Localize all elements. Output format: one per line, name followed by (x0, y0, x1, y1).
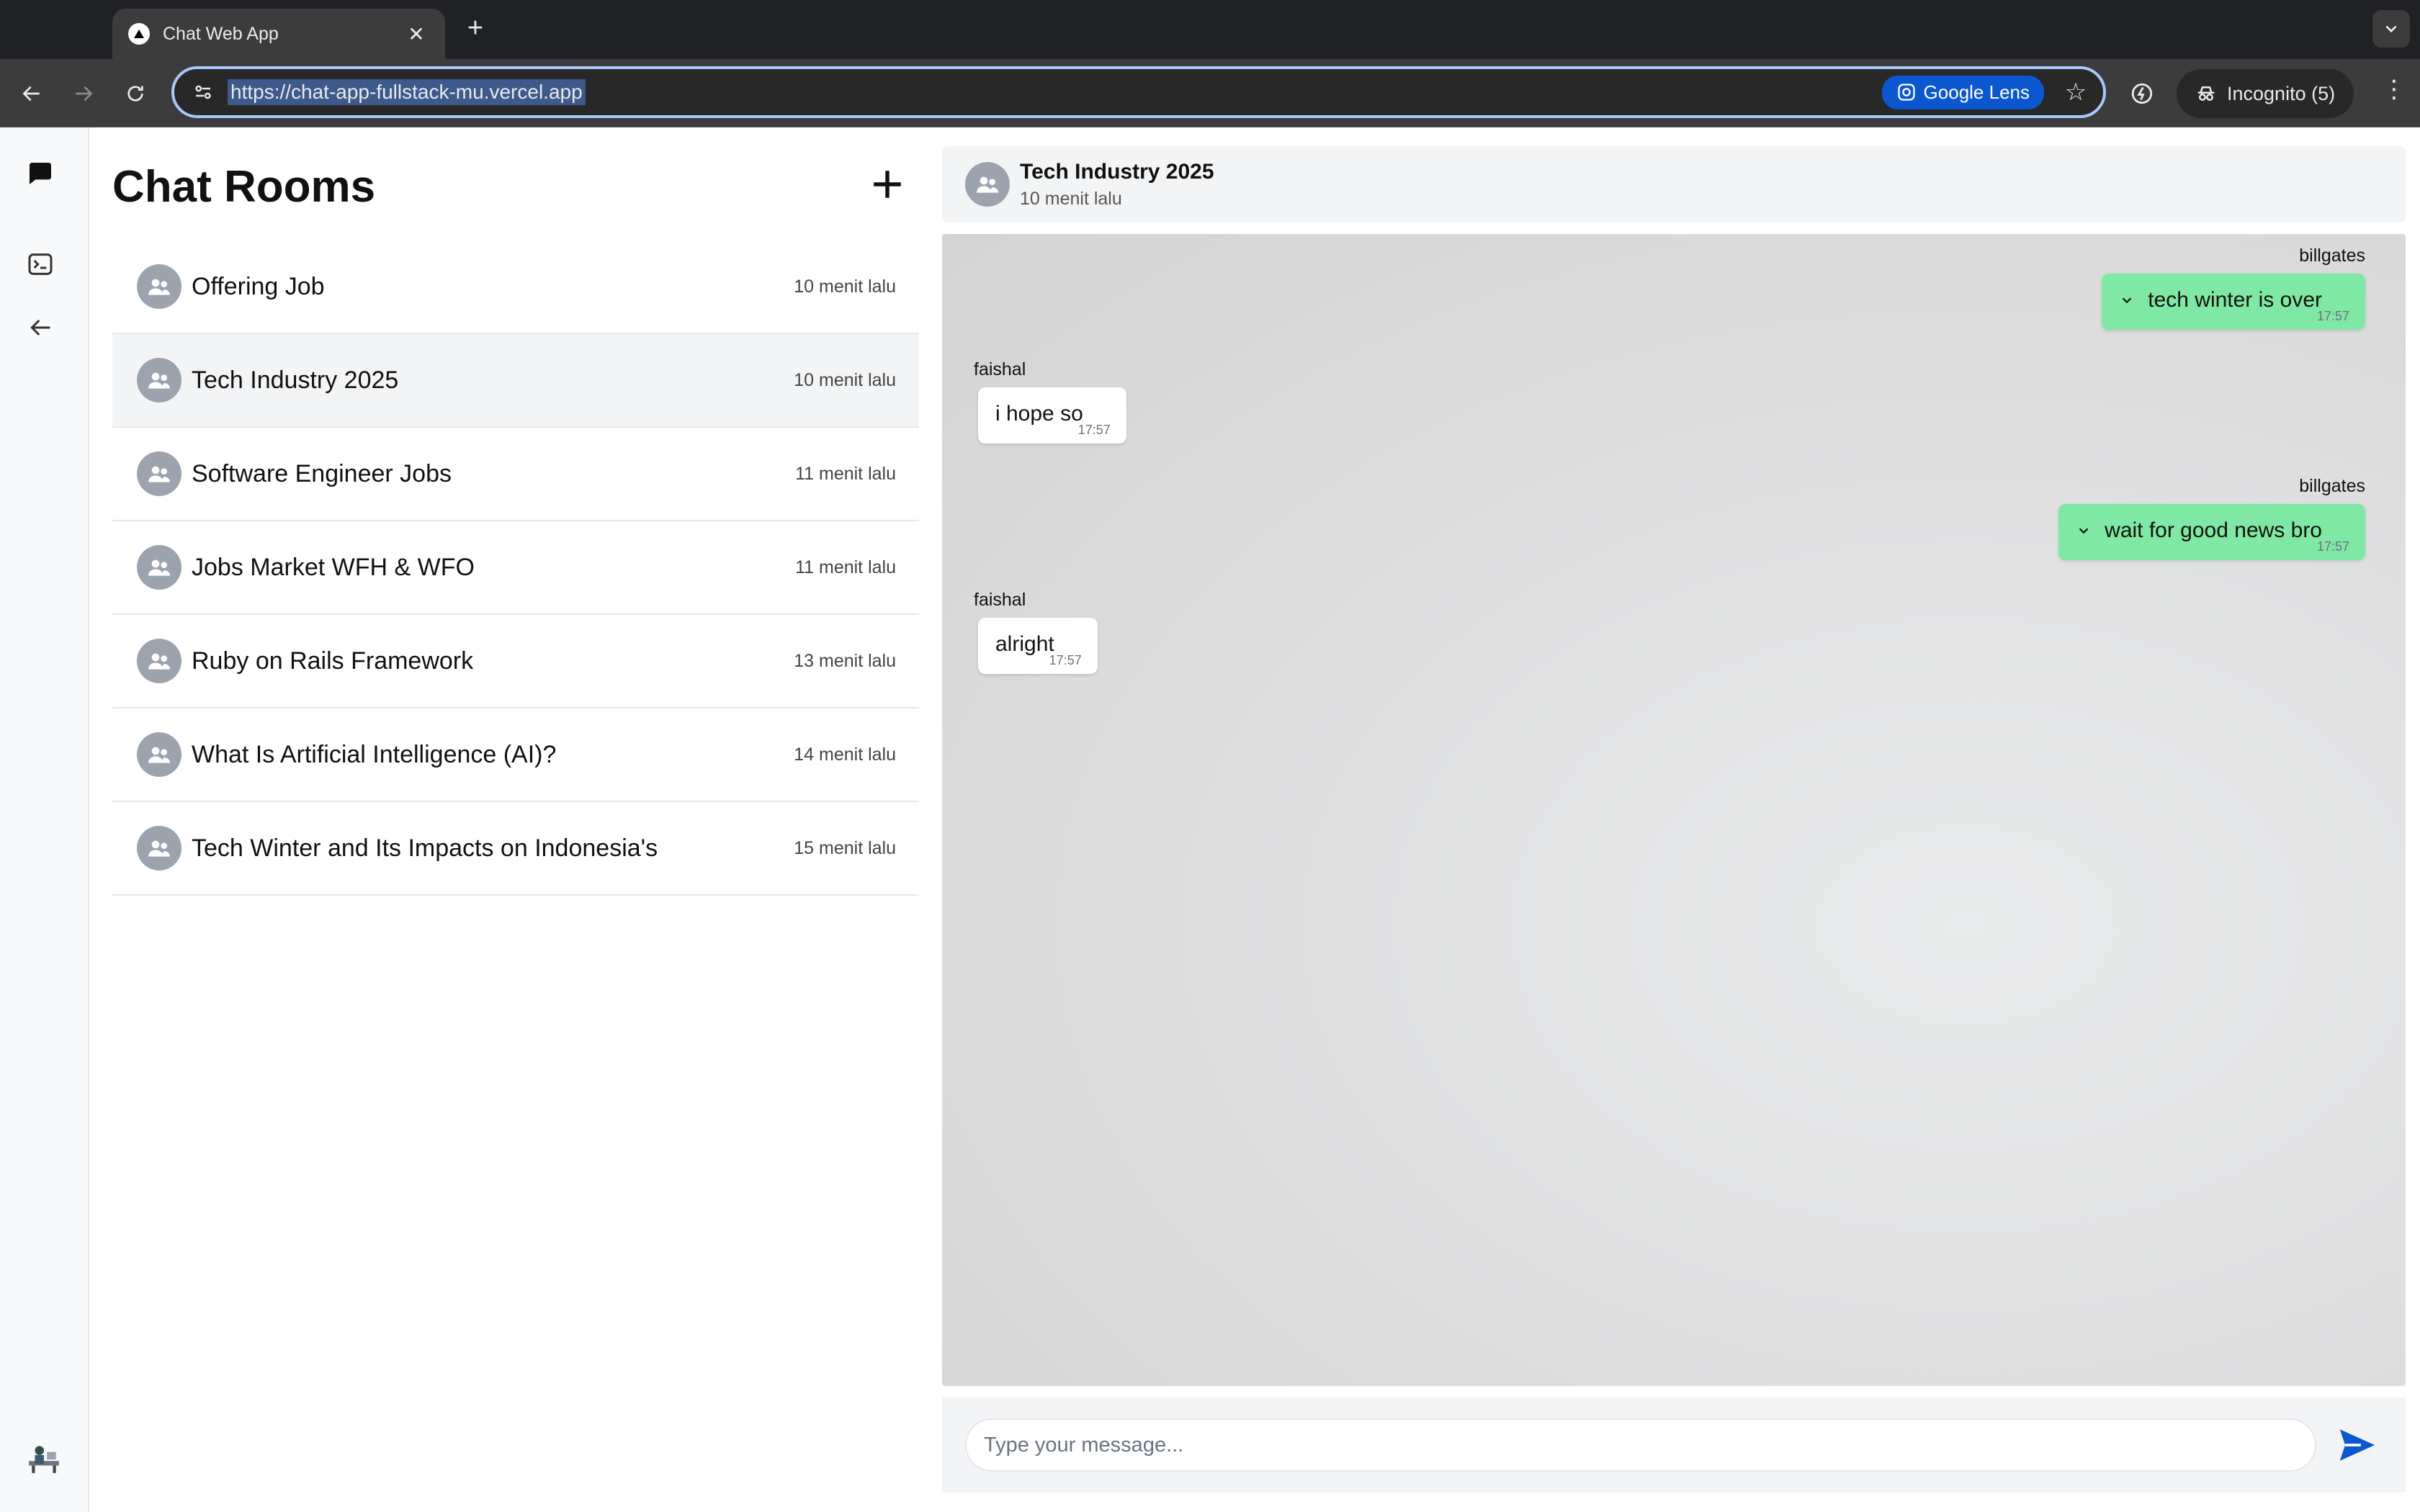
browser-menu-icon[interactable]: ⋮ (2378, 75, 2410, 112)
message-bubble[interactable]: wait for good news bro 17:57 (2058, 504, 2365, 560)
google-lens-button[interactable]: Google Lens (1881, 75, 2044, 109)
message-bubble[interactable]: tech winter is over 17:57 (2102, 274, 2365, 330)
browser-toolbar: https://chat-app-fullstack-mu.vercel.app… (0, 59, 2420, 127)
chat-app: Chat Rooms Offering Job 10 menit lalu Tech… (0, 127, 2420, 1512)
forward-icon[interactable] (66, 76, 101, 111)
chat-room-title: Tech Industry 2025 (1020, 159, 1214, 184)
room-name: Software Engineer Jobs (192, 459, 452, 487)
room-time: 10 menit lalu (794, 369, 896, 390)
add-room-plus-icon[interactable] (864, 161, 910, 207)
new-tab-icon[interactable]: + (461, 13, 490, 44)
room-time: 13 menit lalu (794, 650, 896, 671)
chat-header: Tech Industry 2025 10 menit lalu (942, 146, 2406, 222)
back-icon[interactable] (14, 76, 49, 111)
message-sender: faishal (974, 359, 1026, 379)
room-name: Tech Winter and Its Impacts on Indonesia… (192, 834, 658, 862)
room-name: Offering Job (192, 272, 325, 300)
browser-tab[interactable]: Chat Web App ✕ (112, 9, 445, 59)
room-name: What Is Artificial Intelligence (AI)? (192, 740, 557, 768)
room-avatar-icon (137, 264, 182, 309)
message-text: wait for good news bro (2105, 518, 2322, 542)
room-list: Offering Job 10 menit lalu Tech Industry 2… (112, 240, 919, 896)
rooms-title: Chat Rooms (112, 162, 376, 212)
room-avatar-icon (965, 162, 1010, 207)
room-avatar-icon (137, 545, 182, 590)
bookmark-star-icon[interactable]: ☆ (2060, 78, 2092, 107)
message-input[interactable] (965, 1418, 2316, 1472)
incognito-icon (2197, 86, 2215, 101)
room-time: 11 menit lalu (795, 463, 896, 484)
room-item[interactable]: Tech Winter and Its Impacts on Indonesia… (112, 802, 919, 896)
room-avatar-icon (137, 826, 182, 870)
tab-search-chevron-icon[interactable] (2372, 10, 2410, 48)
room-avatar-icon (137, 732, 182, 777)
chat-rooms-panel: Chat Rooms Offering Job 10 menit lalu Tech… (112, 127, 919, 1512)
performance-icon[interactable] (2123, 75, 2161, 112)
chevron-down-icon[interactable] (2076, 518, 2093, 543)
message-time: 17:57 (2316, 309, 2349, 323)
message-bubble[interactable]: alright 17:57 (978, 618, 1098, 674)
message: faishal i hope so 17:57 (974, 359, 1126, 444)
incognito-label: Incognito (5) (2227, 82, 2336, 104)
chat-panel: Tech Industry 2025 10 menit lalu billgat… (942, 146, 2406, 1493)
lens-icon (1897, 84, 1915, 101)
room-name: Jobs Market WFH & WFO (192, 553, 475, 581)
site-info-icon[interactable] (189, 78, 218, 107)
send-icon[interactable] (2332, 1420, 2383, 1470)
tab-title: Chat Web App (163, 23, 279, 44)
chat-room-last-active: 10 menit lalu (1020, 188, 1122, 209)
room-item[interactable]: Offering Job 10 menit lalu (112, 240, 919, 334)
address-bar[interactable]: https://chat-app-fullstack-mu.vercel.app… (171, 66, 2106, 118)
vercel-favicon-icon (128, 23, 150, 45)
room-item[interactable]: Software Engineer Jobs 11 menit lalu (112, 428, 919, 521)
rooms-header: Chat Rooms (112, 127, 919, 240)
google-lens-label: Google Lens (1923, 81, 2030, 103)
url-text[interactable]: https://chat-app-fullstack-mu.vercel.app (228, 79, 586, 105)
chevron-down-icon[interactable] (2119, 288, 2136, 312)
message-composer (942, 1398, 2406, 1493)
room-time: 15 menit lalu (794, 837, 896, 858)
message-time: 17:57 (1077, 423, 1111, 437)
tab-close-icon[interactable]: ✕ (403, 22, 429, 46)
message-area: billgates tech winter is over 17:57 faishal… (942, 234, 2406, 1386)
message: billgates wait for good news bro 17:57 (2058, 476, 2365, 560)
message-sender: faishal (974, 590, 1026, 610)
room-item[interactable]: What Is Artificial Intelligence (AI)? 14 … (112, 708, 919, 802)
incognito-button[interactable]: Incognito (5) (2177, 69, 2354, 118)
room-time: 14 menit lalu (794, 744, 896, 765)
message-bubble[interactable]: i hope so 17:57 (978, 387, 1126, 444)
chat-logo-icon[interactable] (20, 153, 60, 194)
room-time: 11 menit lalu (795, 557, 896, 577)
room-item[interactable]: Ruby on Rails Framework 13 menit lalu (112, 615, 919, 708)
message-time: 17:57 (2316, 539, 2349, 554)
room-item[interactable]: Tech Industry 2025 10 menit lalu (112, 334, 919, 428)
terminal-icon[interactable] (20, 244, 60, 284)
message-sender: billgates (2299, 476, 2365, 496)
message-sender: billgates (2299, 246, 2365, 266)
room-avatar-icon (137, 451, 182, 496)
room-name: Ruby on Rails Framework (192, 647, 474, 675)
room-avatar-icon (137, 358, 182, 402)
user-avatar[interactable] (24, 1439, 63, 1477)
reload-icon[interactable] (118, 76, 153, 111)
message: billgates tech winter is over 17:57 (2102, 246, 2365, 330)
room-name: Tech Industry 2025 (192, 366, 399, 394)
room-item[interactable]: Jobs Market WFH & WFO 11 menit lalu (112, 521, 919, 615)
room-time: 10 menit lalu (794, 276, 896, 297)
back-arrow-icon[interactable] (20, 307, 60, 348)
side-rail (0, 127, 89, 1512)
room-avatar-icon (137, 639, 182, 683)
browser-tab-bar: Chat Web App ✕ + (0, 0, 2420, 59)
message: faishal alright 17:57 (974, 590, 1098, 674)
message-time: 17:57 (1049, 653, 1082, 667)
